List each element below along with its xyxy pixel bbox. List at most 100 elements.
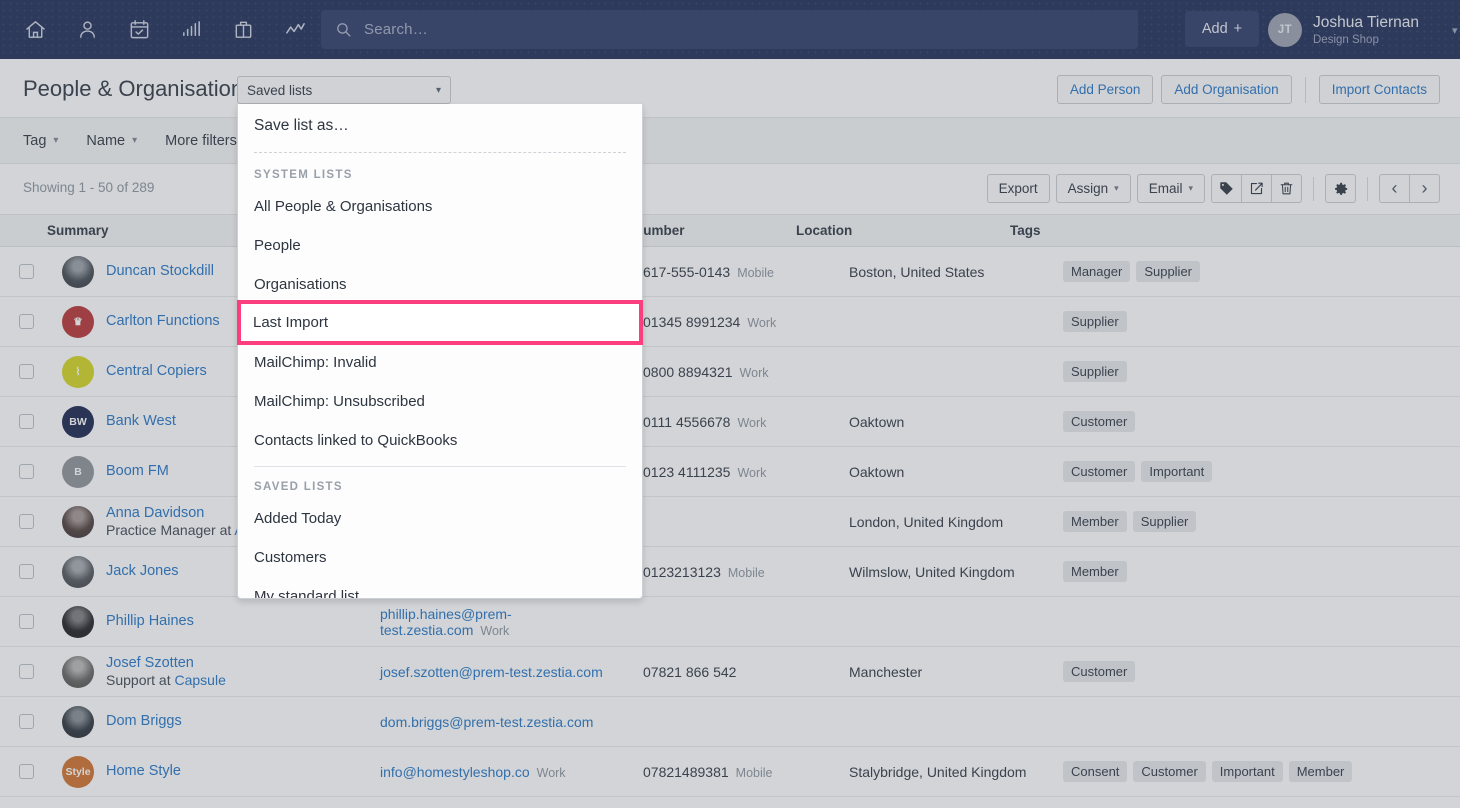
- contact-name-link[interactable]: Home Style: [106, 763, 181, 780]
- table-row[interactable]: Phillip Haines phillip.haines@prem-test.z…: [0, 597, 1460, 647]
- contact-name-link[interactable]: Dom Briggs: [106, 713, 182, 730]
- filter-more[interactable]: More filters: [165, 133, 237, 149]
- global-search[interactable]: Search…: [321, 10, 1138, 49]
- contact-name-link[interactable]: Central Copiers: [106, 363, 207, 380]
- table-row[interactable]: Anna DavidsonPractice Manager at Ac Londo…: [0, 497, 1460, 547]
- table-row[interactable]: ⌇ Central Copiers 0800 8894321 Work Supplier: [0, 347, 1460, 397]
- table-row[interactable]: B Boom FM 0123 4111235 Work Oaktown Customer I…: [0, 447, 1460, 497]
- row-checkbox[interactable]: [19, 514, 34, 529]
- organisation-link[interactable]: Capsule: [175, 672, 226, 688]
- menu-item-organisations[interactable]: Organisations: [238, 265, 642, 304]
- menu-item-mailchimp-invalid[interactable]: MailChimp: Invalid: [238, 343, 642, 382]
- saved-lists-dropdown-button[interactable]: Saved lists ▾: [237, 76, 451, 104]
- filter-tag[interactable]: Tag ▾: [23, 133, 58, 149]
- tag-badge[interactable]: Customer: [1063, 661, 1136, 682]
- contact-name-link[interactable]: Jack Jones: [106, 563, 179, 580]
- tag-badge[interactable]: Manager: [1063, 261, 1131, 282]
- phone-cell: 07821489381 Mobile: [640, 764, 846, 780]
- column-header-tags[interactable]: Tags: [1007, 223, 1407, 238]
- contact-name-link[interactable]: Carlton Functions: [106, 313, 220, 330]
- tag-badge[interactable]: Important: [1211, 761, 1283, 782]
- tag-badge[interactable]: Consent: [1063, 761, 1128, 782]
- email-link[interactable]: dom.briggs@prem-test.zestia.com: [380, 714, 593, 730]
- assign-button[interactable]: Assign ▾: [1055, 174, 1131, 203]
- contact-name-link[interactable]: Boom FM: [106, 463, 169, 480]
- row-checkbox-cell: [0, 764, 53, 779]
- add-person-button[interactable]: Add Person: [1056, 75, 1154, 104]
- row-checkbox[interactable]: [19, 414, 34, 429]
- calendar-check-icon[interactable]: [118, 10, 160, 50]
- tag-badge[interactable]: Member: [1288, 761, 1353, 782]
- plus-icon: +: [1233, 21, 1243, 37]
- add-button[interactable]: Add +: [1185, 11, 1259, 47]
- menu-item-people[interactable]: People: [238, 226, 642, 265]
- previous-page-button[interactable]: ‹: [1379, 174, 1410, 203]
- tag-icon[interactable]: [1211, 174, 1242, 203]
- menu-item-last-import-highlighted[interactable]: Last Import: [237, 300, 643, 345]
- chevron-down-icon: ▾: [132, 135, 138, 146]
- contact-name-link[interactable]: Duncan Stockdill: [106, 263, 214, 280]
- tag-badge[interactable]: Supplier: [1132, 511, 1197, 532]
- tag-badge[interactable]: Supplier: [1063, 311, 1127, 332]
- filter-name[interactable]: Name ▾: [86, 133, 137, 149]
- tag-badge[interactable]: Supplier: [1063, 361, 1127, 382]
- row-checkbox[interactable]: [19, 664, 34, 679]
- table-row[interactable]: Style Home Style info@homestyleshop.co Work…: [0, 747, 1460, 797]
- export-button[interactable]: Export: [986, 174, 1050, 203]
- row-checkbox[interactable]: [19, 564, 34, 579]
- table-row[interactable]: ♛ Carlton Functions 01345 8991234 Work Suppl…: [0, 297, 1460, 347]
- tag-badge[interactable]: Customer: [1063, 411, 1136, 432]
- trash-icon[interactable]: [1271, 174, 1302, 203]
- table-row[interactable]: Jack Jones 0123213123 Mobile Wilmslow, Unit…: [0, 547, 1460, 597]
- table-row[interactable]: BW Bank West 0111 4556678 Work Oaktown Custom…: [0, 397, 1460, 447]
- menu-item-added-today[interactable]: Added Today: [238, 499, 642, 538]
- row-checkbox[interactable]: [19, 614, 34, 629]
- import-contacts-button[interactable]: Import Contacts: [1318, 75, 1440, 104]
- email-link[interactable]: josef.szotten@prem-test.zestia.com: [380, 664, 603, 680]
- menu-item-my-standard-list[interactable]: My standard list: [238, 577, 642, 598]
- person-icon[interactable]: [66, 10, 108, 50]
- tag-badge[interactable]: Important: [1141, 461, 1213, 482]
- tag-badge[interactable]: Member: [1063, 511, 1127, 532]
- email-link[interactable]: info@homestyleshop.co: [380, 764, 530, 780]
- user-menu[interactable]: JT Joshua Tiernan Design Shop ▾: [1268, 8, 1458, 52]
- briefcase-icon[interactable]: [222, 10, 264, 50]
- table-row[interactable]: Duncan Stockdill 617-555-0143 Mobile Boston…: [0, 247, 1460, 297]
- chevron-down-icon[interactable]: ▾: [1452, 24, 1458, 37]
- row-checkbox[interactable]: [19, 714, 34, 729]
- search-input-placeholder[interactable]: Search…: [364, 21, 428, 38]
- row-checkbox[interactable]: [19, 464, 34, 479]
- contact-name-link[interactable]: Anna Davidson: [106, 505, 251, 522]
- contact-name-link[interactable]: Phillip Haines: [106, 613, 194, 630]
- location-text: Oaktown: [849, 413, 905, 430]
- tag-badge[interactable]: Supplier: [1136, 261, 1201, 282]
- trend-line-icon[interactable]: [274, 10, 316, 50]
- menu-item-customers[interactable]: Customers: [238, 538, 642, 577]
- table-row[interactable]: Dom Briggs dom.briggs@prem-test.zestia.co…: [0, 697, 1460, 747]
- menu-item-all-people-organisations[interactable]: All People & Organisations: [238, 187, 642, 226]
- gear-icon[interactable]: [1325, 174, 1356, 203]
- menu-item-save-list-as[interactable]: Save list as…: [238, 104, 642, 148]
- menu-item-mailchimp-unsubscribed[interactable]: MailChimp: Unsubscribed: [238, 382, 642, 421]
- contact-name-link[interactable]: Bank West: [106, 413, 176, 430]
- email-button[interactable]: Email ▾: [1136, 174, 1205, 203]
- tag-badge[interactable]: Member: [1063, 561, 1127, 582]
- next-page-button[interactable]: ›: [1409, 174, 1440, 203]
- edit-icon[interactable]: [1241, 174, 1272, 203]
- menu-item-contacts-linked-to-quickbooks[interactable]: Contacts linked to QuickBooks: [238, 421, 642, 460]
- home-icon[interactable]: [14, 10, 56, 50]
- column-header-location[interactable]: Location: [793, 223, 1007, 238]
- tag-badge[interactable]: Customer: [1133, 761, 1206, 782]
- row-checkbox[interactable]: [19, 764, 34, 779]
- tags-cell: Consent Customer Important Member: [1060, 761, 1460, 782]
- add-organisation-button[interactable]: Add Organisation: [1161, 75, 1292, 104]
- contact-name-link[interactable]: Josef Szotten: [106, 655, 226, 672]
- summary-text: Dom Briggs: [106, 713, 182, 730]
- table-row[interactable]: Josef Szotten Support at Capsule josef.szo…: [0, 647, 1460, 697]
- bar-chart-icon[interactable]: [170, 10, 212, 50]
- page-title: People & Organisations: [23, 76, 255, 101]
- row-checkbox[interactable]: [19, 364, 34, 379]
- row-checkbox[interactable]: [19, 314, 34, 329]
- row-checkbox[interactable]: [19, 264, 34, 279]
- tag-badge[interactable]: Customer: [1063, 461, 1136, 482]
